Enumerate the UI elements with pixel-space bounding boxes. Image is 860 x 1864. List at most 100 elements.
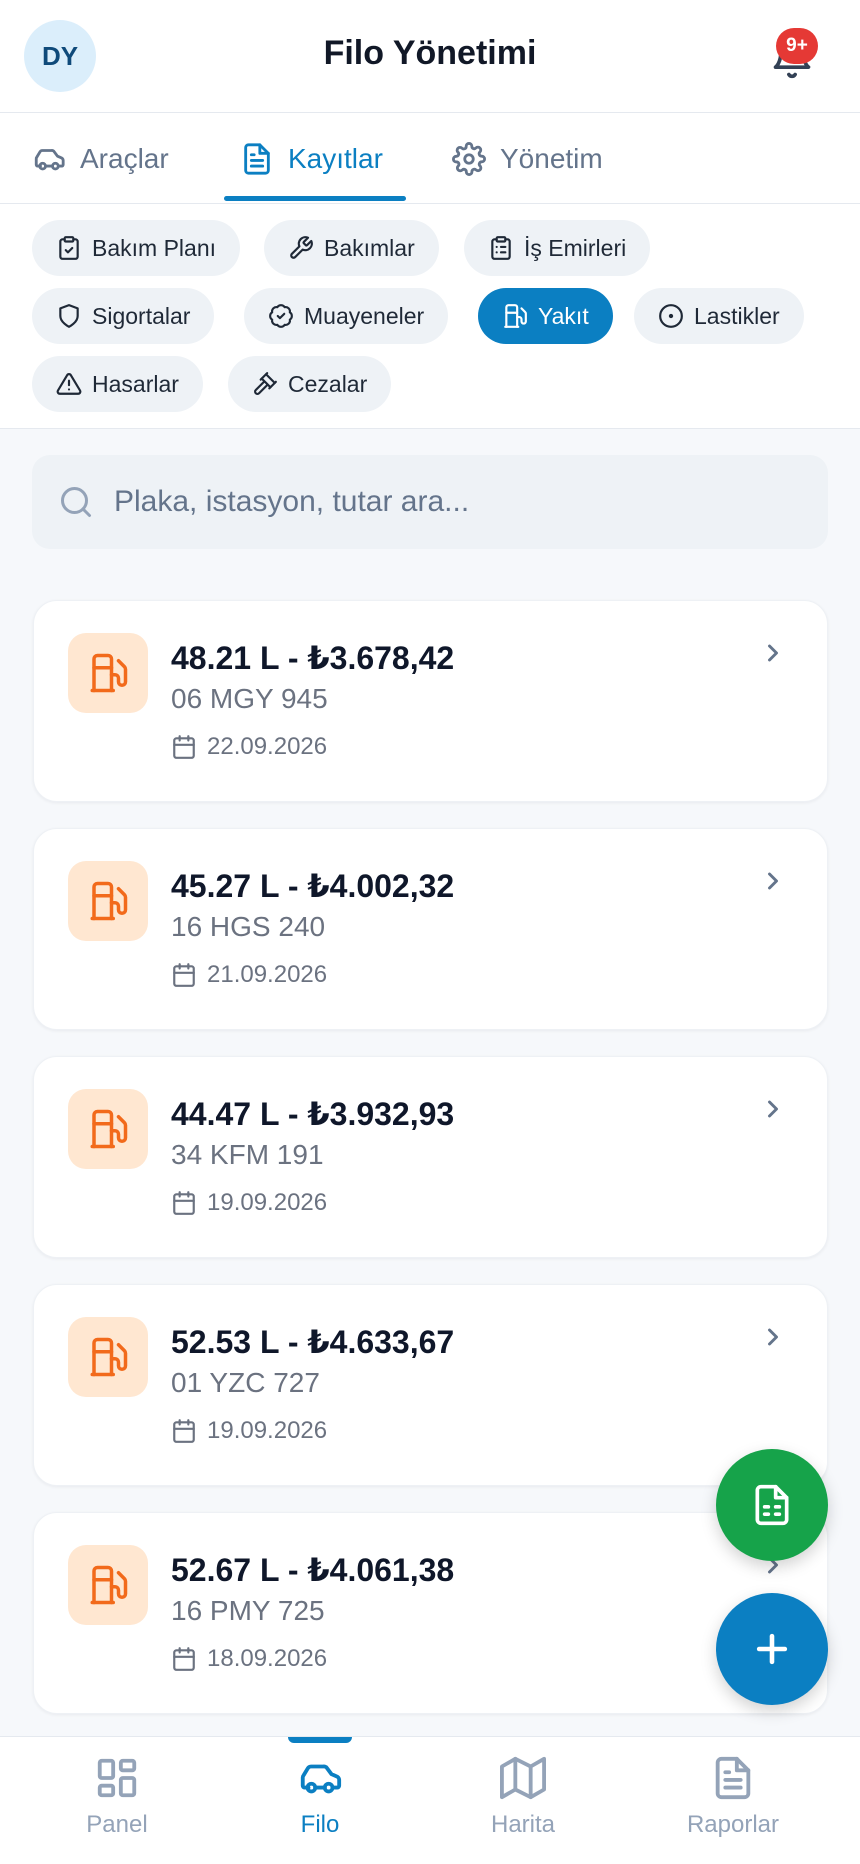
chip-muayeneler[interactable]: Muayeneler bbox=[244, 288, 449, 344]
chip-hasarlar[interactable]: Hasarlar bbox=[32, 356, 203, 412]
record-amount: 52.53 L - ₺4.633,67 bbox=[171, 1324, 455, 1360]
chevron-right-icon bbox=[768, 1328, 778, 1346]
wrench-icon bbox=[290, 236, 313, 259]
record-date-text: 21.09.2026 bbox=[207, 961, 328, 988]
fuel-icon bbox=[504, 304, 527, 328]
calendar-icon bbox=[173, 963, 195, 987]
tire-icon bbox=[659, 304, 683, 328]
record-plate: 34 KFM 191 bbox=[171, 1139, 324, 1170]
record-date-text: 19.09.2026 bbox=[207, 1189, 328, 1216]
fuel-icon bbox=[90, 1109, 128, 1149]
chip-sigortalar[interactable]: Sigortalar bbox=[32, 288, 215, 344]
chip-label: Sigortalar bbox=[92, 302, 191, 329]
nav-label: Filo bbox=[300, 1811, 340, 1838]
chip-label: Hasarlar bbox=[92, 370, 179, 397]
record-date: 22.09.2026 bbox=[171, 733, 327, 761]
record-date-text: 22.09.2026 bbox=[207, 733, 328, 760]
gavel-icon bbox=[254, 372, 277, 395]
fuel-icon bbox=[90, 653, 128, 693]
chip-label: Cezalar bbox=[288, 370, 368, 397]
chip-is-emirleri[interactable]: İş Emirleri bbox=[464, 220, 651, 276]
badge-check-icon bbox=[269, 304, 293, 328]
nav-filo[interactable]: Filo bbox=[245, 1755, 395, 1839]
chip-label: Yakıt bbox=[538, 302, 589, 329]
page-title: Filo Yönetimi bbox=[323, 34, 537, 72]
fuel-record-card[interactable]: 48.21 L - ₺3.678,42 06 MGY 945 22.09.202… bbox=[33, 600, 828, 802]
clipboard-check-icon bbox=[59, 236, 79, 260]
tab-label: Araçlar bbox=[80, 142, 169, 174]
chip-label: Muayeneler bbox=[304, 302, 425, 329]
chip-label: Bakımlar bbox=[324, 234, 415, 261]
record-date-text: 19.09.2026 bbox=[207, 1417, 328, 1444]
record-date: 19.09.2026 bbox=[171, 1189, 327, 1217]
search-input[interactable] bbox=[112, 484, 792, 520]
top-tabs: Araçlar Kayıtlar Yönetim bbox=[0, 113, 860, 204]
warning-icon bbox=[56, 373, 82, 395]
record-plate: 01 YZC 727 bbox=[171, 1367, 320, 1398]
app-header: DY Filo Yönetimi 9+ bbox=[0, 0, 860, 113]
calendar-icon bbox=[173, 735, 195, 759]
gear-icon bbox=[452, 141, 486, 176]
nav-harita[interactable]: Harita bbox=[448, 1755, 598, 1839]
fuel-icon-box bbox=[68, 1089, 148, 1169]
fuel-record-card[interactable]: 44.47 L - ₺3.932,93 34 KFM 191 19.09.202… bbox=[33, 1056, 828, 1258]
chip-bakimlar[interactable]: Bakımlar bbox=[264, 220, 439, 276]
chip-cezalar[interactable]: Cezalar bbox=[228, 356, 392, 412]
fuel-icon-box bbox=[68, 633, 148, 713]
clipboard-list-icon bbox=[491, 236, 511, 260]
chip-lastikler[interactable]: Lastikler bbox=[634, 288, 804, 344]
chevron-right-icon bbox=[768, 644, 778, 662]
nav-label: Harita bbox=[490, 1811, 556, 1838]
record-amount: 48.21 L - ₺3.678,42 bbox=[171, 640, 455, 676]
bottom-navigation: Panel Filo Harita Raporlar bbox=[0, 1736, 860, 1864]
record-date: 19.09.2026 bbox=[171, 1417, 327, 1445]
grid-icon bbox=[97, 1758, 137, 1798]
chevron-right-icon bbox=[768, 872, 778, 890]
record-amount: 44.47 L - ₺3.932,93 bbox=[171, 1096, 455, 1132]
fuel-icon bbox=[90, 1337, 128, 1377]
tab-label: Yönetim bbox=[500, 142, 603, 174]
chip-bakim-plani[interactable]: Bakım Planı bbox=[32, 220, 240, 276]
plus-icon bbox=[756, 1633, 788, 1665]
chevron-right-icon bbox=[768, 1100, 778, 1118]
tab-label: Kayıtlar bbox=[288, 142, 383, 174]
fuel-icon-box bbox=[68, 1545, 148, 1625]
notification-badge[interactable]: 9+ bbox=[776, 28, 818, 64]
fuel-record-card[interactable]: 45.27 L - ₺4.002,32 16 HGS 240 21.09.202… bbox=[33, 828, 828, 1030]
add-record-button[interactable] bbox=[716, 1593, 828, 1705]
fuel-record-card[interactable]: 52.67 L - ₺4.061,38 16 PMY 725 18.09.202… bbox=[33, 1512, 828, 1714]
chip-label: Bakım Planı bbox=[92, 234, 216, 261]
fuel-record-card[interactable]: 52.53 L - ₺4.633,67 01 YZC 727 19.09.202… bbox=[33, 1284, 828, 1486]
category-chips: Bakım Planı Bakımlar İş Emirleri Sigorta… bbox=[0, 204, 860, 429]
fuel-icon bbox=[90, 1565, 128, 1605]
record-amount: 45.27 L - ₺4.002,32 bbox=[171, 868, 455, 904]
document-icon bbox=[244, 142, 270, 175]
report-fab-button[interactable] bbox=[716, 1449, 828, 1561]
chip-label: Lastikler bbox=[694, 302, 780, 329]
active-nav-indicator bbox=[288, 1737, 352, 1743]
record-date-text: 18.09.2026 bbox=[207, 1645, 328, 1672]
calendar-icon bbox=[173, 1419, 195, 1443]
search-bar bbox=[32, 455, 828, 549]
tab-kayitlar[interactable]: Kayıtlar bbox=[240, 113, 383, 204]
car-icon bbox=[34, 148, 65, 170]
search-icon bbox=[61, 487, 91, 517]
report-document-icon bbox=[755, 1484, 789, 1526]
tab-yonetim[interactable]: Yönetim bbox=[452, 113, 603, 204]
record-plate: 16 PMY 725 bbox=[171, 1595, 325, 1626]
car-icon bbox=[300, 1764, 342, 1794]
nav-panel[interactable]: Panel bbox=[42, 1755, 192, 1839]
chip-label: İş Emirleri bbox=[524, 234, 627, 261]
calendar-icon bbox=[173, 1191, 195, 1215]
tab-araclar[interactable]: Araçlar bbox=[32, 113, 169, 204]
active-tab-indicator bbox=[224, 196, 406, 201]
nav-label: Panel bbox=[86, 1811, 148, 1838]
fuel-icon-box bbox=[68, 861, 148, 941]
fuel-icon bbox=[90, 881, 128, 921]
calendar-icon bbox=[173, 1647, 195, 1671]
nav-raporlar[interactable]: Raporlar bbox=[658, 1755, 808, 1839]
chip-yakit[interactable]: Yakıt bbox=[478, 288, 613, 344]
record-amount: 52.67 L - ₺4.061,38 bbox=[171, 1552, 455, 1588]
shield-icon bbox=[59, 304, 79, 328]
fuel-icon-box bbox=[68, 1317, 148, 1397]
